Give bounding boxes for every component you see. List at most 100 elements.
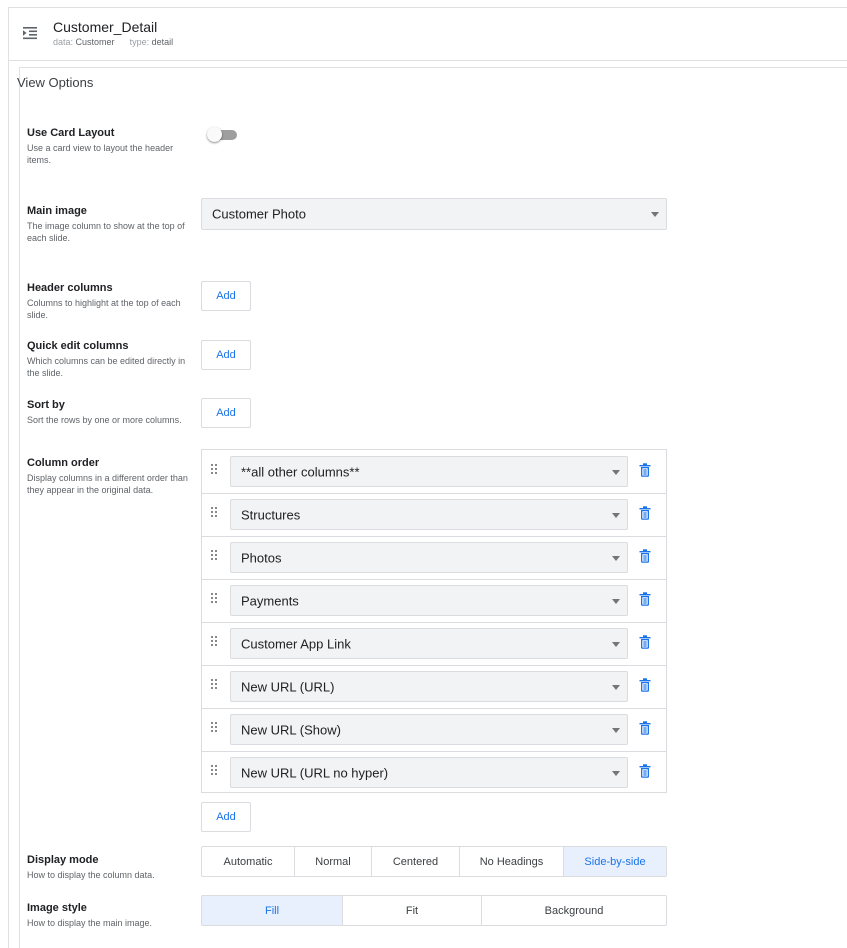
card-layout-toggle[interactable] xyxy=(207,127,237,142)
type-meta-label: type: xyxy=(129,37,150,47)
sort-by-description: Sort the rows by one or more columns. xyxy=(27,415,182,425)
quick-edit-description: Which columns can be edited directly in … xyxy=(27,356,186,378)
caret-down-icon xyxy=(651,212,659,217)
image-style-segmented: Fill Fit Background xyxy=(201,895,667,926)
section-title: View Options xyxy=(17,75,94,90)
caret-down-icon xyxy=(612,684,620,690)
display-mode-automatic[interactable]: Automatic xyxy=(202,847,295,876)
trash-icon[interactable] xyxy=(639,635,651,649)
drag-handle-icon[interactable] xyxy=(211,722,219,734)
view-meta: data: Customer type: detail xyxy=(53,37,173,47)
column-order-row: Payments xyxy=(202,579,666,623)
column-order-select[interactable]: New URL (URL) xyxy=(230,671,628,702)
view-title: Customer_Detail xyxy=(53,19,158,35)
column-order-add-button[interactable]: Add xyxy=(201,802,251,832)
image-style-description: How to display the main image. xyxy=(27,918,153,928)
column-order-row: Customer App Link xyxy=(202,622,666,666)
column-order-list: **all other columns** Structures Photos … xyxy=(201,449,667,793)
header-columns-description: Columns to highlight at the top of each … xyxy=(27,298,181,320)
caret-down-icon xyxy=(612,727,620,733)
drag-handle-icon[interactable] xyxy=(211,464,219,476)
trash-icon[interactable] xyxy=(639,463,651,477)
view-header: Customer_Detail data: Customer type: det… xyxy=(9,8,847,60)
drag-handle-icon[interactable] xyxy=(211,507,219,519)
column-order-row: New URL (URL no hyper) xyxy=(202,751,666,794)
main-image-label-group: Main image The image column to show at t… xyxy=(27,205,192,244)
column-order-value: New URL (URL no hyper) xyxy=(241,765,389,780)
sort-by-label: Sort by xyxy=(27,399,65,411)
column-order-row: Structures xyxy=(202,493,666,537)
display-mode-side-by-side[interactable]: Side-by-side xyxy=(564,847,666,876)
trash-icon[interactable] xyxy=(639,721,651,735)
header-columns-add-button[interactable]: Add xyxy=(201,281,251,311)
card-layout-description: Use a card view to layout the header ite… xyxy=(27,143,174,165)
main-image-description: The image column to show at the top of e… xyxy=(27,221,185,243)
trash-icon[interactable] xyxy=(639,592,651,606)
column-order-row: **all other columns** xyxy=(202,450,666,494)
display-mode-segmented: Automatic Normal Centered No Headings Si… xyxy=(201,846,667,877)
column-order-row: New URL (Show) xyxy=(202,708,666,752)
column-order-value: Photos xyxy=(241,550,282,565)
caret-down-icon xyxy=(612,770,620,776)
image-style-fit[interactable]: Fit xyxy=(343,896,482,925)
main-image-select[interactable]: Customer Photo xyxy=(201,198,667,230)
drag-handle-icon[interactable] xyxy=(211,636,219,648)
header-divider xyxy=(9,60,847,61)
main-image-label: Main image xyxy=(27,205,87,217)
image-style-label-group: Image style How to display the main imag… xyxy=(27,902,192,929)
toggle-knob xyxy=(207,127,222,142)
column-order-select[interactable]: Photos xyxy=(230,542,628,573)
menu-open-icon[interactable] xyxy=(22,25,38,41)
trash-icon[interactable] xyxy=(639,764,651,778)
column-order-select[interactable]: New URL (URL no hyper) xyxy=(230,757,628,788)
quick-edit-label: Quick edit columns xyxy=(27,340,129,352)
image-style-fill[interactable]: Fill xyxy=(202,896,343,925)
header-columns-label-group: Header columns Columns to highlight at t… xyxy=(27,282,192,321)
column-order-value: New URL (Show) xyxy=(241,722,341,737)
drag-handle-icon[interactable] xyxy=(211,550,219,562)
type-meta-value: detail xyxy=(151,37,174,47)
column-order-value: New URL (URL) xyxy=(241,679,335,694)
drag-handle-icon[interactable] xyxy=(211,765,219,777)
column-order-value: Payments xyxy=(241,593,299,608)
display-mode-label: Display mode xyxy=(27,854,99,866)
caret-down-icon xyxy=(612,512,620,518)
data-meta-value: Customer xyxy=(75,37,115,47)
header-columns-label: Header columns xyxy=(27,282,113,294)
image-style-label: Image style xyxy=(27,902,87,914)
column-order-label-group: Column order Display columns in a differ… xyxy=(27,457,192,496)
caret-down-icon xyxy=(612,469,620,475)
display-mode-centered[interactable]: Centered xyxy=(372,847,460,876)
drag-handle-icon[interactable] xyxy=(211,679,219,691)
column-order-select[interactable]: **all other columns** xyxy=(230,456,628,487)
column-order-value: **all other columns** xyxy=(241,464,360,479)
caret-down-icon xyxy=(612,641,620,647)
quick-edit-label-group: Quick edit columns Which columns can be … xyxy=(27,340,192,379)
trash-icon[interactable] xyxy=(639,678,651,692)
column-order-select[interactable]: Payments xyxy=(230,585,628,616)
display-mode-description: How to display the column data. xyxy=(27,870,155,880)
card-layout-label-group: Use Card Layout Use a card view to layou… xyxy=(27,127,192,166)
drag-handle-icon[interactable] xyxy=(211,593,219,605)
display-mode-label-group: Display mode How to display the column d… xyxy=(27,854,192,881)
column-order-select[interactable]: New URL (Show) xyxy=(230,714,628,745)
main-image-value: Customer Photo xyxy=(212,206,306,222)
column-order-value: Structures xyxy=(241,507,301,522)
display-mode-normal[interactable]: Normal xyxy=(295,847,372,876)
column-order-row: New URL (URL) xyxy=(202,665,666,709)
column-order-select[interactable]: Structures xyxy=(230,499,628,530)
display-mode-no-headings[interactable]: No Headings xyxy=(460,847,564,876)
column-order-description: Display columns in a different order tha… xyxy=(27,473,188,495)
column-order-label: Column order xyxy=(27,457,100,469)
sort-by-label-group: Sort by Sort the rows by one or more col… xyxy=(27,399,192,426)
column-order-row: Photos xyxy=(202,536,666,580)
image-style-background[interactable]: Background xyxy=(482,896,666,925)
column-order-value: Customer App Link xyxy=(241,636,351,651)
column-order-select[interactable]: Customer App Link xyxy=(230,628,628,659)
sort-by-add-button[interactable]: Add xyxy=(201,398,251,428)
data-meta-label: data: xyxy=(53,37,74,47)
trash-icon[interactable] xyxy=(639,549,651,563)
trash-icon[interactable] xyxy=(639,506,651,520)
caret-down-icon xyxy=(612,555,620,561)
quick-edit-add-button[interactable]: Add xyxy=(201,340,251,370)
